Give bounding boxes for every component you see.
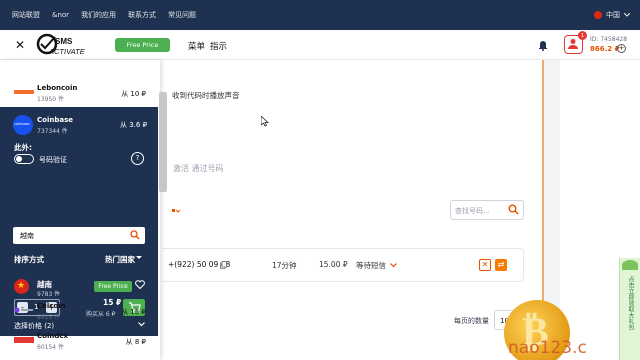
svg-text:SMS: SMS: [55, 37, 73, 46]
number-verify-label: 号码验证: [39, 156, 67, 164]
service-name: Leboncoin: [37, 84, 78, 92]
cancel-order-button[interactable]: ✕: [479, 259, 491, 271]
service-price: 从 8 ₽: [125, 338, 146, 346]
search-icon[interactable]: [130, 230, 140, 240]
balance-amount: 866.2 ₽: [590, 45, 620, 53]
vietnam-flag-icon: ★: [14, 279, 29, 294]
dropdown-caret-icon[interactable]: [172, 207, 180, 215]
language-selector[interactable]: 中国: [594, 10, 630, 20]
search-icon[interactable]: [508, 204, 519, 215]
number-verify-toggle[interactable]: [14, 154, 34, 164]
chevron-down-icon[interactable]: [136, 256, 142, 260]
coinbase-logo: coinbase: [13, 115, 33, 135]
status-chevron-icon[interactable]: [390, 263, 397, 268]
service-sidebar: Leboncoin 13950 件 从 10 ₽ coinbase Coinba…: [0, 60, 160, 360]
selected-service-price: 从 3.6 ₽: [120, 121, 148, 129]
notification-badge: 1: [578, 31, 587, 40]
watermark-text: nao123.c: [508, 338, 587, 358]
side-banner-text: 点击立即领取大礼包: [627, 276, 634, 330]
activate-by-number-label: 激活 通过号码: [173, 164, 224, 173]
nav-link-contacts[interactable]: 联系方式: [128, 10, 156, 20]
user-id: ID: 7458428: [590, 36, 628, 43]
menu-link[interactable]: 菜单: [188, 40, 205, 52]
china-flag-icon: [594, 11, 602, 19]
order-status[interactable]: 等待短信: [356, 260, 386, 271]
main-header: ✕ SMS ACTIVATE Free Price 菜单 指示 1: [0, 30, 640, 60]
top-nav-bar: 网站联盟 &nor 我们的应用 联系方式 常见问题 中国: [0, 0, 640, 30]
leaf-icon: [622, 260, 638, 270]
sms-activate-logo[interactable]: SMS ACTIVATE: [35, 32, 103, 58]
also-label: 此外:: [14, 143, 32, 152]
nav-link-apps[interactable]: 我们的应用: [81, 10, 116, 20]
guide-link[interactable]: 指示: [210, 40, 227, 52]
sound-option-label[interactable]: 收到代码时播放声音: [172, 90, 240, 101]
nav-link-nor[interactable]: &nor: [52, 11, 69, 19]
celcoin-logo: [14, 307, 33, 313]
service-count: 6915 件: [37, 314, 61, 321]
free-price-button[interactable]: Free Price: [115, 38, 170, 52]
nav-link-affiliate[interactable]: 网站联盟: [12, 10, 40, 20]
bell-icon[interactable]: [537, 39, 549, 51]
mouse-cursor-icon: [261, 116, 269, 127]
popular-countries-dropdown[interactable]: 热门国家: [105, 254, 135, 265]
sidebar-scrollbar[interactable]: [159, 92, 167, 192]
close-menu-icon[interactable]: ✕: [15, 38, 25, 52]
order-duration: 17分钟: [272, 261, 297, 270]
selected-service-panel: coinbase Coinbase 737344 件 从 3.6 ₽ 此外: 号…: [0, 107, 158, 298]
service-item-leboncoin[interactable]: Leboncoin 13950 件 从 10 ₽: [0, 80, 158, 110]
chevron-down-icon: [624, 13, 630, 17]
selected-service-name: Coinbase: [37, 116, 73, 124]
service-name: Celcoin: [37, 302, 66, 310]
coindcx-logo: [14, 337, 34, 343]
country-search-input[interactable]: 越南: [13, 227, 145, 244]
svg-text:ACTIVATE: ACTIVATE: [48, 47, 86, 56]
service-price: 从 10 ₽: [121, 90, 146, 98]
per-page-label: 每页的数量: [454, 317, 489, 325]
number-search-input[interactable]: 查找号码...: [450, 200, 524, 220]
service-name: Coindcx: [37, 332, 69, 340]
country-free-price-button[interactable]: Free Price: [94, 281, 132, 292]
service-item-celcoin[interactable]: Celcoin 6915 件 从 15 ₽: [0, 298, 158, 328]
service-count: 60154 件: [37, 344, 64, 351]
service-item-coindcx[interactable]: Coindcx 60154 件 从 8 ₽: [0, 328, 158, 358]
order-row: +(922) 50 09 48 17分钟 15.00 ₽ 等待短信 ✕ ⇄: [162, 248, 524, 282]
sort-by-label: 排序方式: [14, 255, 44, 264]
search-placeholder: 查找号码...: [455, 207, 490, 215]
leboncoin-logo: [14, 90, 34, 94]
selected-service-count: 737344 件: [37, 128, 68, 135]
replace-number-button[interactable]: ⇄: [495, 259, 507, 271]
copy-icon[interactable]: [220, 261, 227, 269]
toggle-knob: [16, 156, 22, 162]
nav-link-faq[interactable]: 常见问题: [168, 10, 196, 20]
add-funds-button[interactable]: +: [617, 44, 626, 53]
service-count: 13950 件: [37, 96, 64, 103]
country-search-value: 越南: [20, 232, 34, 240]
favorite-heart-icon[interactable]: [135, 280, 145, 289]
order-price: 15.00 ₽: [319, 260, 348, 269]
help-button[interactable]: ?: [131, 152, 144, 165]
language-label: 中国: [606, 11, 620, 19]
service-price: 从 15 ₽: [121, 308, 146, 316]
promo-side-banner[interactable]: 点击立即领取大礼包: [619, 258, 640, 360]
coinbase-logo-text: coinbase: [14, 122, 30, 126]
